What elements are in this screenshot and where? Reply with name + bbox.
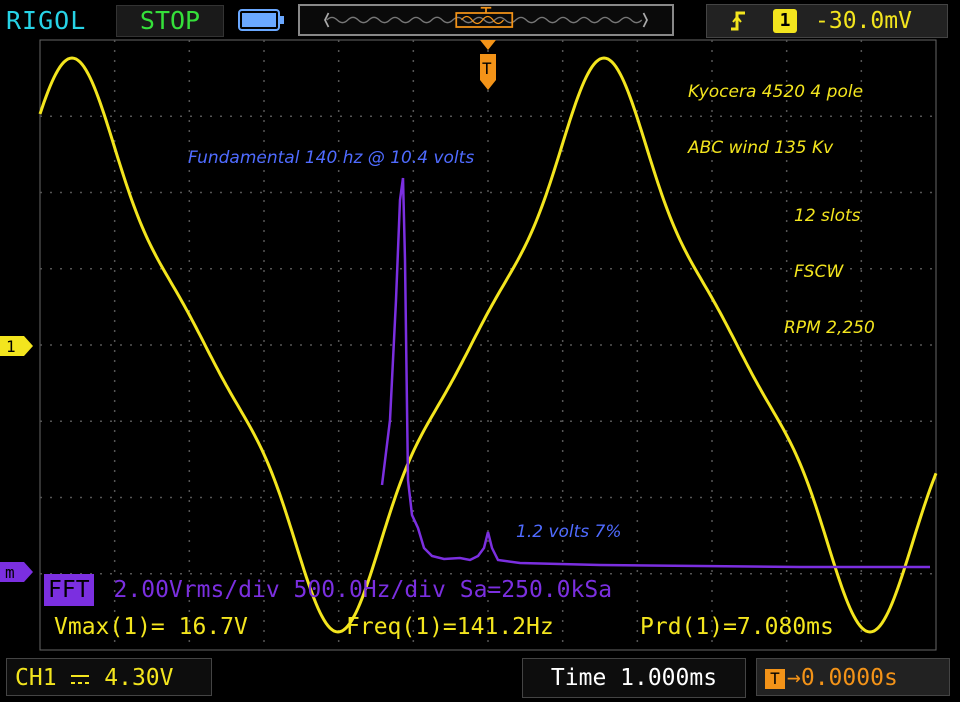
fft-settings: 2.00Vrms/div 500.0Hz/div Sa=250.0kSa <box>113 577 613 603</box>
math-level-marker[interactable]: m <box>0 562 34 582</box>
dc-coupling-icon <box>71 674 90 684</box>
ch1-marker-label: 1 <box>6 337 16 356</box>
fscw-annotation: FSCW <box>794 262 844 282</box>
fft-info-bar: FFT 2.00Vrms/div 500.0Hz/div Sa=250.0kSa <box>44 574 612 606</box>
fft-label[interactable]: FFT <box>44 574 94 606</box>
graticule <box>40 40 936 650</box>
trigger-offset-value: 0.0000s <box>800 665 898 691</box>
rpm-annotation: RPM 2,250 <box>784 318 875 338</box>
frequency-measurement: Freq(1)=141.2Hz <box>346 614 554 640</box>
harmonic-annotation: 1.2 volts 7% <box>516 522 622 542</box>
ch1-scale[interactable]: CH1 4.30V <box>6 658 212 696</box>
motor-model-annotation: Kyocera 4520 4 pole <box>688 82 864 102</box>
fft-spectrum <box>380 177 930 569</box>
trigger-offset[interactable]: T →0.0000s <box>756 658 950 696</box>
ch1-scale-label: CH1 <box>15 665 57 691</box>
fundamental-annotation: Fundamental 140 hz @ 10.4 volts <box>188 148 475 168</box>
timebase-scale[interactable]: Time 1.000ms <box>522 658 746 698</box>
trigger-position-marker[interactable]: T <box>478 40 498 92</box>
slots-annotation: 12 slots <box>794 206 861 226</box>
ch1-level-marker[interactable]: 1 <box>0 336 34 356</box>
period-measurement: Prd(1)=7.080ms <box>640 614 834 640</box>
winding-annotation: ABC wind 135 Kv <box>688 138 834 158</box>
ch1-scale-value: 4.30V <box>104 665 174 691</box>
trigger-marker-label: T <box>482 59 492 78</box>
math-marker-label: m <box>5 563 15 582</box>
vmax-measurement: Vmax(1)= 16.7V <box>54 614 248 640</box>
trigger-offset-icon: T <box>765 668 785 689</box>
